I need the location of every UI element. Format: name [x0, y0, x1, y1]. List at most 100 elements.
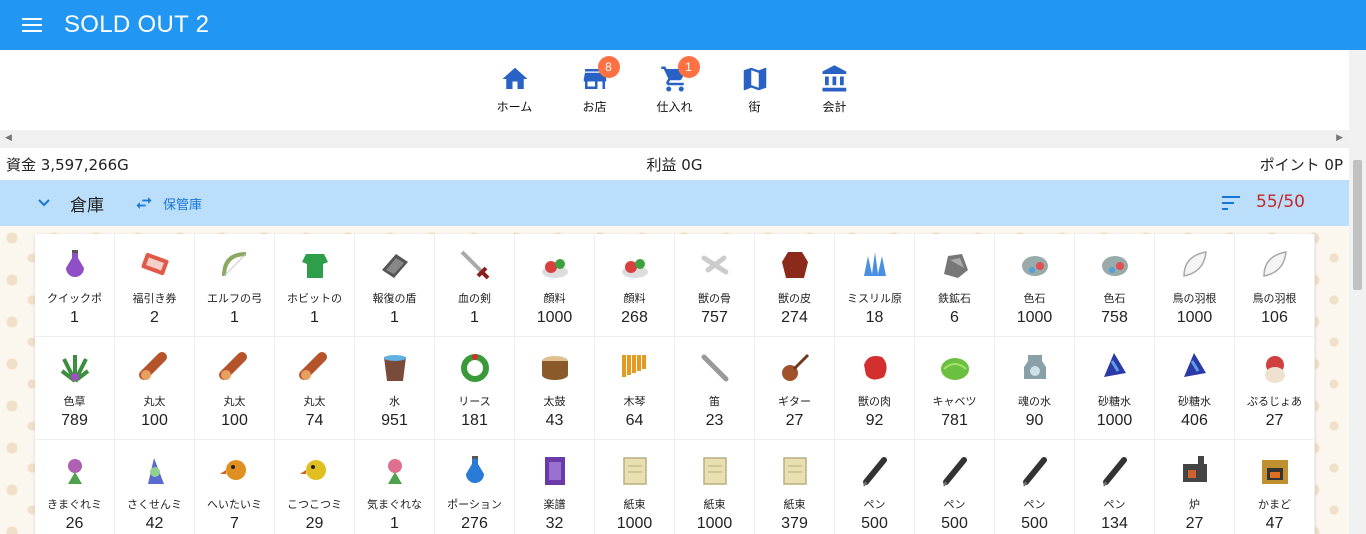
item-cell[interactable]: 丸太 74: [275, 337, 355, 440]
item-cell[interactable]: 紙束 379: [755, 440, 835, 534]
item-cell[interactable]: ぷるじょあ 27: [1235, 337, 1315, 440]
item-cell[interactable]: ペン 500: [995, 440, 1075, 534]
item-quantity: 18: [865, 309, 884, 326]
bone-icon: [698, 248, 732, 282]
item-cell[interactable]: 笛 23: [675, 337, 755, 440]
item-cell[interactable]: 色草 789: [35, 337, 115, 440]
item-cell[interactable]: 獣の皮 274: [755, 234, 835, 337]
item-name: ギター: [778, 395, 811, 408]
item-quantity: 181: [461, 412, 488, 429]
item-quantity: 1000: [1096, 412, 1133, 429]
item-cell[interactable]: 鳥の羽根 1000: [1155, 234, 1235, 337]
item-name: キャベツ: [932, 395, 977, 408]
item-cell[interactable]: リース 181: [435, 337, 515, 440]
item-quantity: 1000: [536, 309, 573, 326]
sword-icon: [458, 248, 492, 282]
nav-home[interactable]: ホーム: [475, 50, 555, 130]
item-cell[interactable]: かまど 47: [1235, 440, 1315, 534]
nav-cart[interactable]: 仕入れ 1: [635, 50, 715, 130]
item-cell[interactable]: 楽譜 32: [515, 440, 595, 534]
mage-icon: [138, 454, 172, 488]
ore-icon: [938, 248, 972, 282]
item-quantity: 1000: [1176, 309, 1213, 326]
item-cell[interactable]: ギター 27: [755, 337, 835, 440]
item-cell[interactable]: 鉄鉱石 6: [915, 234, 995, 337]
item-cell[interactable]: 血の剣 1: [435, 234, 515, 337]
item-cell[interactable]: 炉 27: [1155, 440, 1235, 534]
sort-icon[interactable]: [1222, 194, 1242, 212]
menu-button[interactable]: [0, 0, 64, 50]
item-quantity: 26: [65, 515, 84, 532]
item-name: 色石: [1023, 292, 1046, 305]
potion-icon: [458, 454, 492, 488]
item-cell[interactable]: 気まぐれな 1: [355, 440, 435, 534]
item-name: 色草: [63, 395, 86, 408]
warehouse-header: 倉庫 保管庫 55/50: [0, 180, 1349, 226]
paper-icon: [618, 454, 652, 488]
item-cell[interactable]: 紙束 1000: [675, 440, 755, 534]
item-quantity: 6: [950, 309, 959, 326]
item-cell[interactable]: 魂の水 90: [995, 337, 1075, 440]
nav-bank[interactable]: 会計: [795, 50, 875, 130]
hide-icon: [778, 248, 812, 282]
item-cell[interactable]: 紙束 1000: [595, 440, 675, 534]
item-cell[interactable]: 砂糖水 406: [1155, 337, 1235, 440]
item-quantity: 32: [545, 515, 564, 532]
item-cell[interactable]: 顔料 1000: [515, 234, 595, 337]
item-cell[interactable]: 太鼓 43: [515, 337, 595, 440]
item-quantity: 27: [1185, 515, 1204, 532]
item-quantity: 1000: [1016, 309, 1053, 326]
item-cell[interactable]: さくせんミ 42: [115, 440, 195, 534]
mithril-icon: [858, 248, 892, 282]
item-quantity: 1: [70, 309, 79, 326]
item-cell[interactable]: 丸太 100: [115, 337, 195, 440]
item-cell[interactable]: 報復の盾 1: [355, 234, 435, 337]
item-cell[interactable]: エルフの弓 1: [195, 234, 275, 337]
item-cell[interactable]: きまぐれミ 26: [35, 440, 115, 534]
item-cell[interactable]: 色石 758: [1075, 234, 1155, 337]
item-cell[interactable]: ペン 134: [1075, 440, 1155, 534]
item-cell[interactable]: へいたいミ 7: [195, 440, 275, 534]
nav-store[interactable]: お店 8: [555, 50, 635, 130]
item-cell[interactable]: 水 951: [355, 337, 435, 440]
item-cell[interactable]: 砂糖水 1000: [1075, 337, 1155, 440]
water-icon: [378, 351, 412, 385]
item-cell[interactable]: ポーション 276: [435, 440, 515, 534]
paper-icon: [778, 454, 812, 488]
scroll-right-icon[interactable]: ▶: [1336, 133, 1343, 143]
item-cell[interactable]: ミスリル原 18: [835, 234, 915, 337]
status-bar: 資金 3,597,266G 利益 0G ポイント 0P: [0, 148, 1349, 180]
pen-icon: [938, 454, 972, 488]
item-name: 鳥の羽根: [1252, 292, 1297, 305]
storage-switch-button[interactable]: 保管庫: [134, 193, 202, 213]
bottom-nav: ホーム お店 8 仕入れ 1 街 会計: [0, 50, 1349, 130]
scroll-left-icon[interactable]: ◀: [5, 133, 12, 143]
item-cell[interactable]: 獣の肉 92: [835, 337, 915, 440]
item-quantity: 27: [785, 412, 804, 429]
item-cell[interactable]: 顔料 268: [595, 234, 675, 337]
item-cell[interactable]: キャベツ 781: [915, 337, 995, 440]
score-icon: [538, 454, 572, 488]
item-name: 炉: [1189, 498, 1200, 511]
bow-icon: [218, 248, 252, 282]
item-cell[interactable]: ペン 500: [835, 440, 915, 534]
vertical-scrollbar[interactable]: [1349, 50, 1366, 534]
item-cell[interactable]: 色石 1000: [995, 234, 1075, 337]
item-cell[interactable]: ペン 500: [915, 440, 995, 534]
item-cell[interactable]: 鳥の羽根 106: [1235, 234, 1315, 337]
item-cell[interactable]: クイックポ 1: [35, 234, 115, 337]
penguin-icon: [1258, 351, 1292, 385]
scroll-thumb[interactable]: [1353, 160, 1362, 290]
item-cell[interactable]: 木琴 64: [595, 337, 675, 440]
log-icon: [218, 351, 252, 385]
horizontal-scrollbar[interactable]: ◀ ▶: [0, 130, 1349, 148]
nav-map[interactable]: 街: [715, 50, 795, 130]
item-cell[interactable]: 丸太 100: [195, 337, 275, 440]
item-cell[interactable]: こつこつミ 29: [275, 440, 355, 534]
item-cell[interactable]: 福引き券 2: [115, 234, 195, 337]
item-name: へいたいミ: [207, 498, 262, 511]
chevron-down-icon[interactable]: [38, 197, 50, 209]
item-cell[interactable]: ホビットの 1: [275, 234, 355, 337]
item-cell[interactable]: 獣の骨 757: [675, 234, 755, 337]
nav-label: ホーム: [496, 100, 533, 114]
